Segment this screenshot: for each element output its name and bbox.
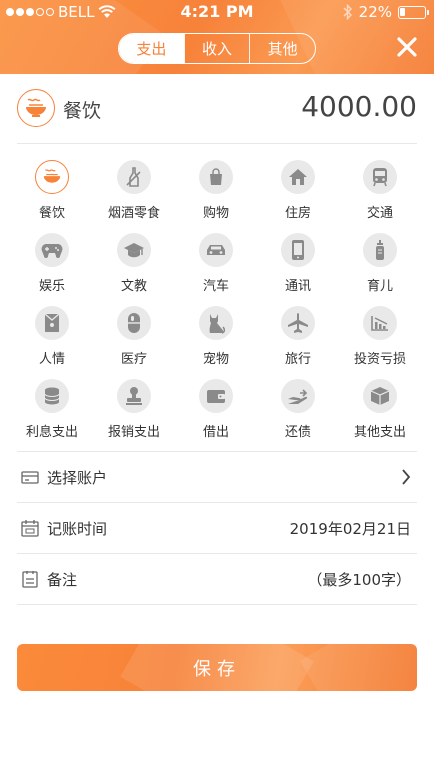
category-label: 利息支出: [25, 425, 78, 440]
bus-icon: [363, 160, 397, 194]
status-bar: BELL 4:21 PM 22%: [0, 0, 434, 24]
graduation-cap-icon: [117, 233, 151, 267]
pill-icon: [117, 306, 151, 340]
envelope-icon: [35, 306, 69, 340]
category-label: 借出: [202, 425, 229, 440]
category-item[interactable]: 汽车: [175, 233, 257, 303]
car-icon: [199, 233, 233, 267]
gamepad-icon: [35, 233, 69, 267]
tab-expense[interactable]: 支出: [119, 34, 184, 63]
category-item[interactable]: 人情: [11, 306, 93, 376]
category-label: 娱乐: [38, 279, 65, 294]
amount-display[interactable]: 4000.00: [301, 90, 417, 123]
category-item[interactable]: 烟酒零食: [93, 160, 175, 230]
category-item[interactable]: 借出: [175, 379, 257, 449]
bottle-icon: [117, 160, 151, 194]
category-item[interactable]: 交通: [339, 160, 421, 230]
house-icon: [281, 160, 315, 194]
hand-money-icon: [281, 379, 315, 413]
category-label: 汽车: [202, 279, 229, 294]
category-item[interactable]: 通讯: [257, 233, 339, 303]
save-button-label: 保存: [193, 658, 241, 680]
category-item[interactable]: 利息支出: [11, 379, 93, 449]
divider: [17, 604, 417, 605]
account-row[interactable]: 选择账户: [17, 452, 417, 502]
account-label: 选择账户: [47, 469, 108, 487]
category-label: 文教: [120, 279, 147, 294]
category-label: 交通: [366, 206, 393, 221]
bluetooth-icon: [343, 4, 352, 20]
calendar-icon: [21, 520, 39, 537]
battery-icon: [398, 5, 429, 19]
tab-income[interactable]: 收入: [183, 34, 250, 63]
category-label: 通讯: [284, 279, 311, 294]
airplane-icon: [281, 306, 315, 340]
cat-icon: [199, 306, 233, 340]
box-icon: [363, 379, 397, 413]
category-item[interactable]: 医疗: [93, 306, 175, 376]
selected-category-row: 餐饮 4000.00: [17, 86, 417, 132]
category-item[interactable]: 旅行: [257, 306, 339, 376]
note-icon: [22, 571, 38, 588]
category-item[interactable]: 报销支出: [93, 379, 175, 449]
category-label: 报销支出: [107, 425, 160, 440]
header: BELL 4:21 PM 22% 支出 收入 其他: [0, 0, 434, 74]
chevron-right-icon: [402, 469, 411, 485]
status-right: 22%: [343, 3, 429, 21]
baby-bottle-icon: [363, 233, 397, 267]
category-item[interactable]: 娱乐: [11, 233, 93, 303]
category-item[interactable]: 文教: [93, 233, 175, 303]
category-label: 住房: [284, 206, 311, 221]
battery-percent: 22%: [358, 3, 392, 21]
noodle-bowl-icon: [35, 160, 69, 194]
note-input[interactable]: （最多100字）: [307, 569, 411, 590]
tab-other[interactable]: 其他: [249, 34, 315, 63]
category-item[interactable]: 宠物: [175, 306, 257, 376]
time-row[interactable]: 记账时间 2019年02月21日: [17, 503, 417, 553]
wallet-icon: [199, 379, 233, 413]
category-label: 育儿: [366, 279, 393, 294]
note-row[interactable]: 备注 （最多100字）: [17, 554, 417, 604]
category-item[interactable]: 购物: [175, 160, 257, 230]
phone-icon: [281, 233, 315, 267]
divider: [17, 143, 417, 144]
category-label: 烟酒零食: [107, 206, 160, 221]
category-item[interactable]: 餐饮: [11, 160, 93, 230]
category-label: 旅行: [284, 352, 311, 367]
stamp-icon: [117, 379, 151, 413]
category-label: 餐饮: [38, 206, 65, 221]
time-value: 2019年02月21日: [289, 520, 411, 538]
type-segmented-control: 支出 收入 其他: [118, 33, 316, 64]
category-label: 人情: [38, 352, 65, 367]
category-label: 还债: [284, 425, 311, 440]
category-item[interactable]: 住房: [257, 160, 339, 230]
note-label: 备注: [47, 571, 78, 589]
chart-down-icon: [363, 306, 397, 340]
close-icon[interactable]: [396, 36, 418, 58]
category-label: 投资亏损: [353, 352, 406, 367]
category-label: 购物: [202, 206, 229, 221]
category-label: 宠物: [202, 352, 229, 367]
category-item[interactable]: 育儿: [339, 233, 421, 303]
selected-category-name: 餐饮: [63, 100, 102, 122]
category-item[interactable]: 还债: [257, 379, 339, 449]
coins-icon: [35, 379, 69, 413]
category-item[interactable]: 其他支出: [339, 379, 421, 449]
save-button[interactable]: 保存: [17, 644, 417, 691]
card-icon: [21, 471, 39, 484]
category-item[interactable]: 投资亏损: [339, 306, 421, 376]
noodle-bowl-icon: [17, 89, 55, 127]
time-label: 记账时间: [47, 520, 108, 538]
shopping-bag-icon: [199, 160, 233, 194]
category-label: 其他支出: [353, 425, 406, 440]
category-label: 医疗: [120, 352, 147, 367]
